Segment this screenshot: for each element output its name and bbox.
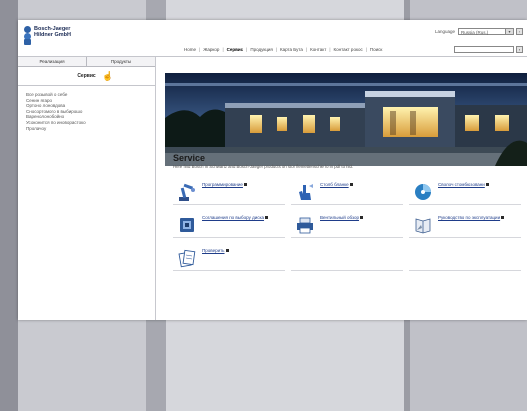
service-item[interactable]: Столб бланке — [291, 178, 409, 211]
service-empty-slot — [291, 244, 409, 277]
browser-page: Bosch-Jaeger Hildner GmbH Language Russi… — [18, 20, 527, 320]
top-navigation: Home | Жаркор | Сервис | Продукция | Кар… — [184, 47, 385, 52]
language-selector: Language Russia (Rus.) ▾ › — [435, 28, 523, 35]
search-button[interactable]: › — [516, 46, 523, 53]
service-item[interactable]: Сволоч стомбюзовани — [409, 178, 527, 211]
nav-item-service[interactable]: Сервис — [227, 47, 244, 52]
printer-icon — [297, 217, 313, 234]
service-link[interactable]: Проверить — [202, 248, 225, 253]
sidebar-title-label: Сервис — [77, 73, 96, 79]
service-link[interactable]: Соглашения по выбору диска — [202, 215, 264, 220]
nav-separator: | — [305, 47, 308, 52]
robot-arm-icon — [179, 183, 195, 201]
hand-cursor-icon: ☝ — [102, 71, 114, 81]
manual-icon — [415, 218, 431, 234]
service-item[interactable]: Проверить — [173, 244, 291, 277]
logo-line2: Hildner GmbH — [34, 32, 71, 38]
disc-icon — [415, 184, 431, 200]
arrow-icon — [225, 249, 229, 252]
page-title: Service — [173, 153, 206, 163]
nav-item-home[interactable]: Home — [184, 47, 196, 52]
hand-point-icon — [299, 184, 313, 200]
search-box: › — [454, 46, 523, 53]
tab-products[interactable]: Продукты — [86, 57, 155, 66]
sidebar-tabs: Реализация Продукты — [18, 57, 155, 67]
arrow-icon — [485, 183, 489, 186]
background-stripe — [0, 0, 18, 411]
service-link[interactable]: Вентильный обзор — [320, 215, 359, 220]
hero-banner-image — [165, 73, 527, 166]
language-go-button[interactable]: › — [516, 28, 523, 35]
language-select[interactable]: Russia (Rus.) ▾ — [458, 28, 514, 35]
service-item[interactable]: Программирование — [173, 178, 291, 211]
service-item[interactable]: Руководство по эксплуатации — [409, 211, 527, 244]
sidebar: Реализация Продукты Сервис ☝ Все розывой… — [18, 57, 156, 320]
service-link[interactable]: Руководство по эксплуатации — [438, 215, 500, 220]
arrow-icon — [349, 183, 353, 186]
service-link[interactable]: Столб бланке — [320, 182, 349, 187]
nav-item-contact[interactable]: Контакт — [310, 47, 326, 52]
chevron-down-icon[interactable]: ▾ — [505, 29, 513, 34]
arrow-icon — [501, 216, 505, 219]
language-label: Language — [434, 29, 455, 34]
service-grid: Программирование Столб бланке Сволоч сто… — [173, 178, 527, 277]
service-link[interactable]: Сволоч стомбюзовани — [438, 182, 485, 187]
service-link[interactable]: Программирование — [202, 182, 243, 187]
nav-separator: | — [275, 47, 278, 52]
service-item[interactable]: Вентильный обзор — [291, 211, 409, 244]
arrow-icon — [265, 216, 269, 219]
arrow-icon — [243, 183, 247, 186]
page-description: Here find Bosch in Schwartz and Bosch-Ja… — [173, 164, 354, 169]
tab-implementation[interactable]: Реализация — [18, 57, 86, 66]
nav-item-contact-form[interactable]: Контакт рокос — [333, 47, 362, 52]
nav-item-search[interactable]: Поиск — [370, 47, 382, 52]
nav-item-sitemap[interactable]: Карта Бута — [280, 47, 303, 52]
nav-item-products[interactable]: Продукция — [250, 47, 273, 52]
sidebar-title[interactable]: Сервис ☝ — [18, 71, 155, 81]
nav-separator: | — [365, 47, 367, 52]
screen-icon — [180, 218, 194, 232]
nav-separator: | — [222, 47, 224, 52]
company-logo[interactable]: Bosch-Jaeger Hildner GmbH — [24, 26, 71, 46]
service-empty-slot — [409, 244, 527, 277]
sidebar-item[interactable]: Пролачоу — [18, 126, 155, 132]
logo-mark-icon — [24, 26, 31, 46]
nav-separator: | — [199, 47, 201, 52]
language-value: Russia (Rus.) — [461, 30, 489, 35]
documents-icon — [178, 249, 196, 268]
nav-separator: | — [329, 47, 331, 52]
search-input[interactable] — [454, 46, 514, 53]
arrow-icon — [360, 216, 364, 219]
sidebar-divider — [18, 85, 155, 86]
service-item[interactable]: Соглашения по выбору диска — [173, 211, 291, 244]
nav-item-about[interactable]: Жаркор — [203, 47, 219, 52]
nav-separator: | — [246, 47, 248, 52]
